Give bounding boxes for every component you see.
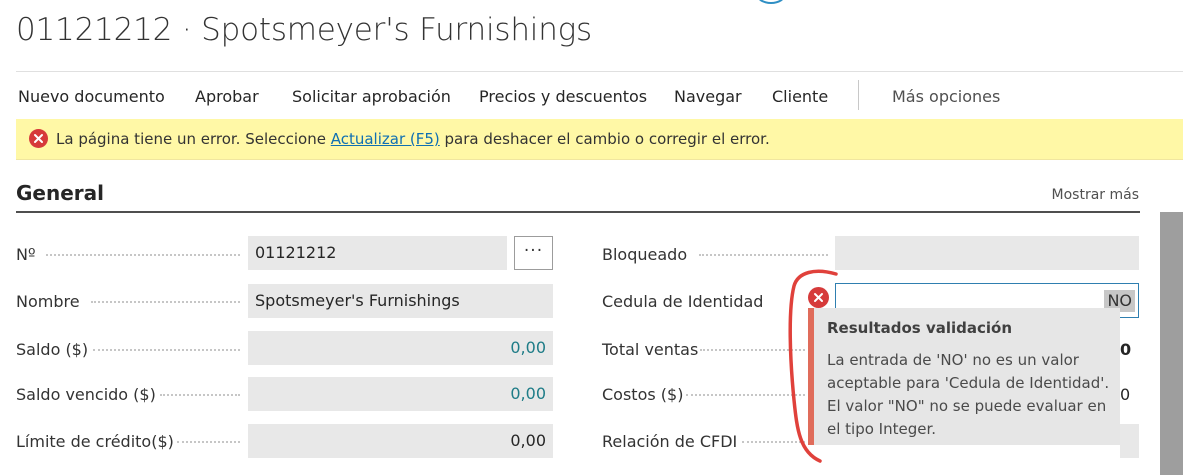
action-more-options[interactable]: Más opciones	[892, 87, 1000, 106]
field-label-cfdi: Relación de CFDI	[602, 432, 738, 451]
action-bar: Nuevo documento Aprobar Solicitar aproba…	[0, 80, 1183, 114]
no-field[interactable]: 01121212	[248, 236, 507, 270]
lookup-button[interactable]: ···	[514, 236, 553, 270]
leader-dots	[177, 441, 240, 443]
credit-limit-field[interactable]: 0,00	[248, 424, 553, 458]
banner-message: La página tiene un error. Seleccione Act…	[56, 130, 770, 148]
validation-accent-bar	[808, 308, 814, 445]
field-label-no: Nº	[16, 245, 36, 264]
blocked-field[interactable]	[835, 236, 1139, 270]
section-divider	[16, 211, 1140, 213]
banner-text-before: La página tiene un error. Seleccione	[56, 130, 331, 148]
validation-popup: Resultados validación La entrada de 'NO'…	[808, 308, 1120, 445]
page-title: 01121212 · Spotsmeyer's Furnishings	[16, 12, 592, 48]
field-label-blocked: Bloqueado	[602, 245, 688, 264]
field-label-credit-limit: Límite de crédito($)	[16, 432, 174, 451]
total-sales-value: 0	[1120, 340, 1132, 359]
field-label-costs: Costos ($)	[602, 385, 684, 404]
scrollbar[interactable]	[1160, 212, 1183, 475]
search-icon[interactable]	[756, 0, 786, 4]
action-navigate[interactable]: Navegar	[674, 87, 742, 106]
field-label-name: Nombre	[16, 292, 80, 311]
divider	[16, 71, 1183, 72]
action-request-approval[interactable]: Solicitar aprobación	[292, 87, 451, 106]
overdue-balance-field[interactable]: 0,00	[248, 377, 553, 411]
leader-dots	[93, 349, 240, 351]
balance-field[interactable]: 0,00	[248, 331, 553, 365]
action-new-document[interactable]: Nuevo documento	[18, 87, 165, 106]
validation-message: La entrada de 'NO' no es un valor acepta…	[827, 351, 1110, 438]
refresh-link[interactable]: Actualizar (F5)	[331, 130, 440, 148]
field-label-overdue: Saldo vencido ($)	[16, 385, 156, 404]
leader-dots	[700, 349, 805, 351]
leader-dots	[91, 301, 240, 303]
costs-value: 0	[1120, 385, 1131, 404]
field-label-total-sales: Total ventas	[602, 340, 699, 359]
show-more-link[interactable]: Mostrar más	[1052, 187, 1139, 203]
action-prices-discounts[interactable]: Precios y descuentos	[479, 87, 647, 106]
error-circle-icon	[29, 129, 48, 148]
leader-dots	[699, 254, 828, 256]
error-circle-icon	[808, 287, 829, 308]
leader-dots	[46, 254, 240, 256]
validation-title: Resultados validación	[827, 319, 1013, 337]
field-label-balance: Saldo ($)	[16, 340, 89, 359]
name-field[interactable]: Spotsmeyer's Furnishings	[248, 284, 553, 318]
field-label-cedula: Cedula de Identidad	[602, 292, 764, 311]
action-separator	[858, 80, 859, 110]
cfdi-field[interactable]	[1120, 424, 1139, 458]
leader-dots	[160, 394, 240, 396]
leader-dots	[742, 441, 805, 443]
action-approve[interactable]: Aprobar	[195, 87, 259, 106]
section-title-general[interactable]: General	[16, 181, 104, 205]
action-customer[interactable]: Cliente	[772, 87, 828, 106]
error-banner: La página tiene un error. Seleccione Act…	[16, 119, 1183, 160]
banner-text-after: para deshacer el cambio o corregir el er…	[439, 130, 770, 148]
leader-dots	[686, 394, 805, 396]
